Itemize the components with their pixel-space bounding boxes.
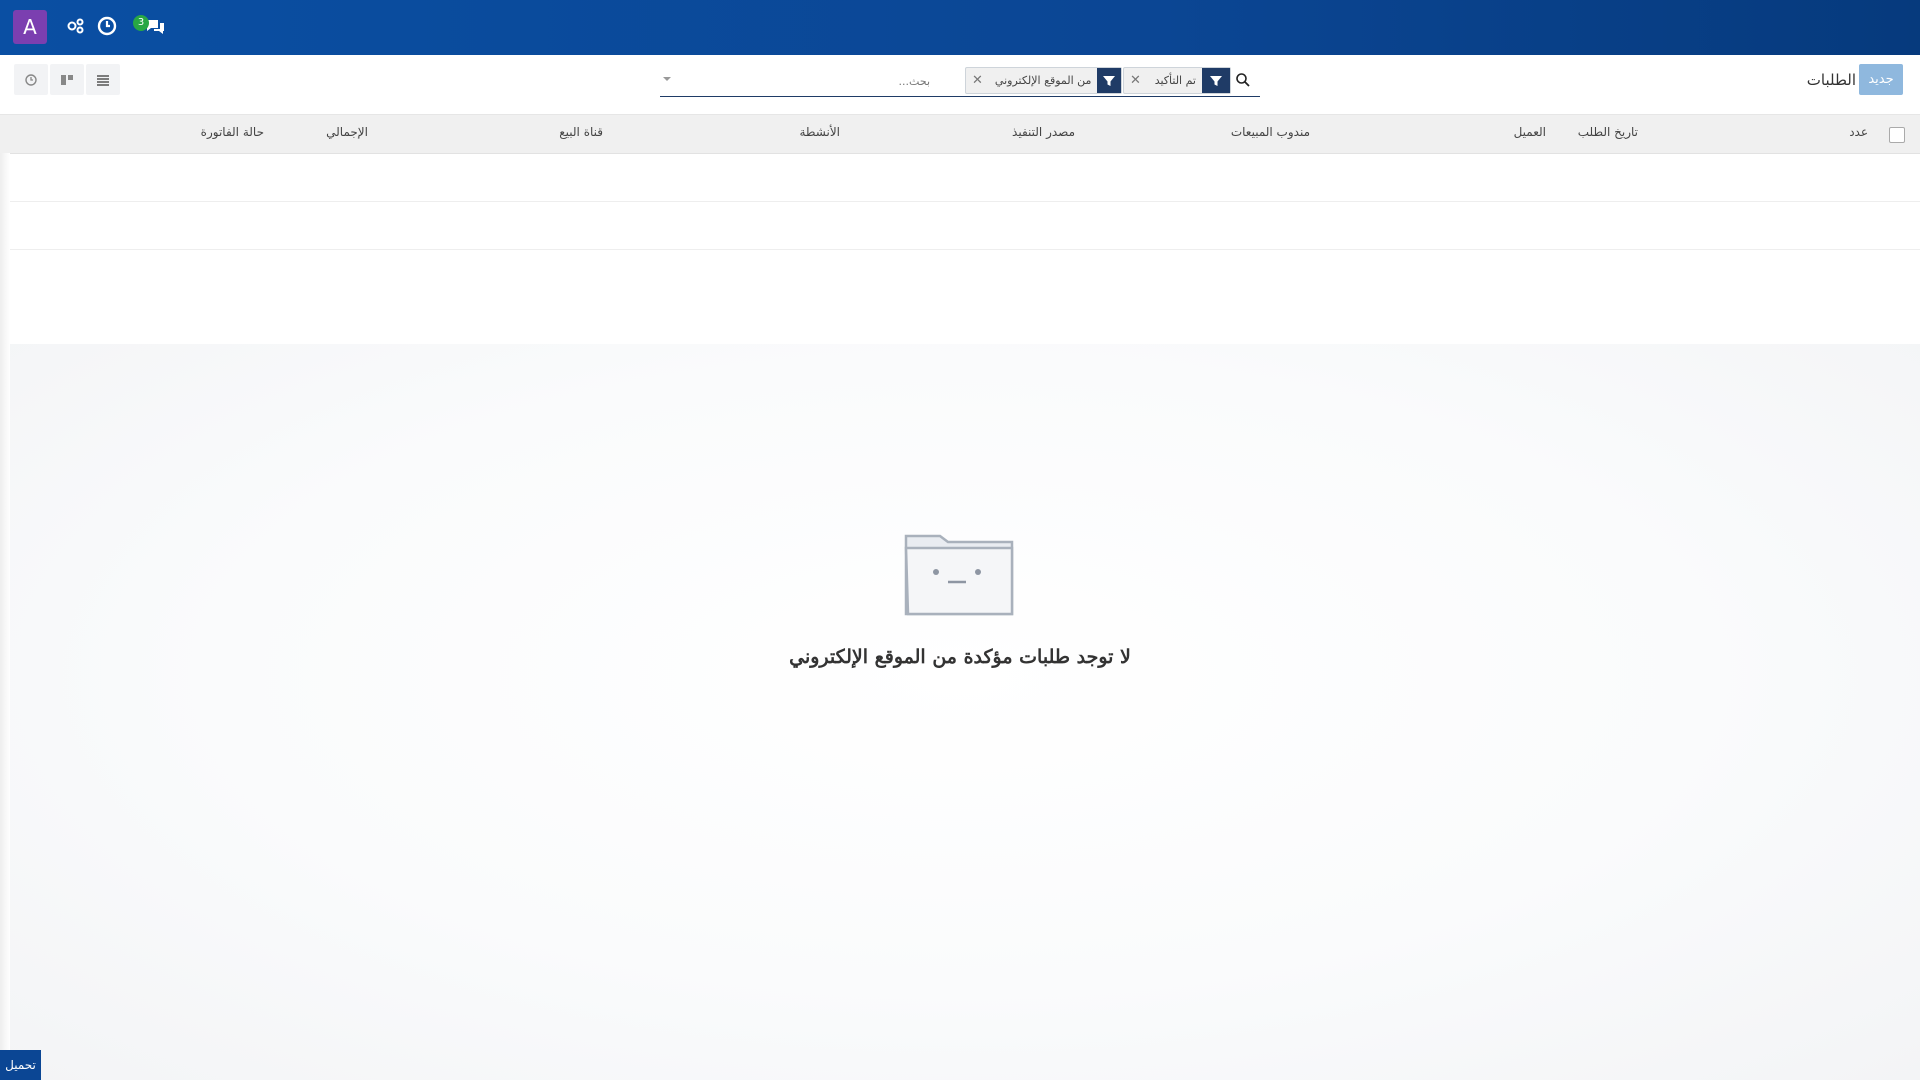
table-row [0,297,1920,345]
activity-icon[interactable] [64,14,88,38]
table-row [0,250,1920,298]
search-facet: ✕ تم التأكيد [1123,67,1231,94]
search-bar: ✕ من الموقع الإلكتروني ✕ تم التأكيد [660,64,1260,97]
clock-icon[interactable] [95,14,119,38]
column-header[interactable]: الأنشطة [800,125,841,139]
user-avatar[interactable]: A [13,10,47,44]
search-icon[interactable] [1234,71,1252,89]
empty-folder-icon [900,530,1020,620]
table-header: عدد تاريخ الطلب العميل مندوب المبيعات مص… [0,115,1920,154]
column-header[interactable]: تاريخ الطلب [1578,125,1638,139]
chat-badge: 3 [133,15,149,31]
kanban-view-icon[interactable] [50,64,84,95]
search-input[interactable] [688,68,932,94]
filter-icon [1097,68,1121,93]
column-header[interactable]: مندوب المبيعات [1231,125,1310,139]
page-title: الطلبات [1806,71,1856,89]
empty-state-area [0,344,1920,1080]
facet-label: تم التأكيد [1154,74,1196,87]
list-view-icon[interactable] [86,64,120,95]
activity-view-icon[interactable] [14,64,48,95]
search-facet: ✕ من الموقع الإلكتروني [965,67,1122,94]
column-header[interactable]: العميل [1514,125,1546,139]
column-header[interactable]: مصدر التنفيذ [1012,125,1075,139]
filter-icon [1202,68,1230,93]
close-icon[interactable]: ✕ [966,68,989,93]
chevron-down-icon[interactable] [660,71,674,85]
column-header[interactable]: حالة الفاتورة [201,125,264,139]
new-button[interactable]: جديد [1859,64,1903,95]
empty-state-title: لا توجد طلبات مؤكدة من الموقع الإلكتروني [789,646,1131,668]
control-panel: جديد الطلبات ✕ من الموقع الإلكتروني ✕ تم… [0,55,1920,115]
select-all-checkbox[interactable] [1889,127,1905,143]
table-row [0,202,1920,250]
close-icon[interactable]: ✕ [1124,68,1147,93]
facet-label: من الموقع الإلكتروني [994,74,1092,87]
column-header[interactable]: قناة البيع [559,125,603,139]
load-button[interactable]: تحميل [0,1050,41,1080]
column-header[interactable]: الإجمالي [326,125,368,139]
table-row [0,154,1920,202]
left-edge-shadow [0,153,10,1080]
top-navbar: A 3 [0,0,1920,55]
column-header[interactable]: عدد [1849,125,1868,139]
